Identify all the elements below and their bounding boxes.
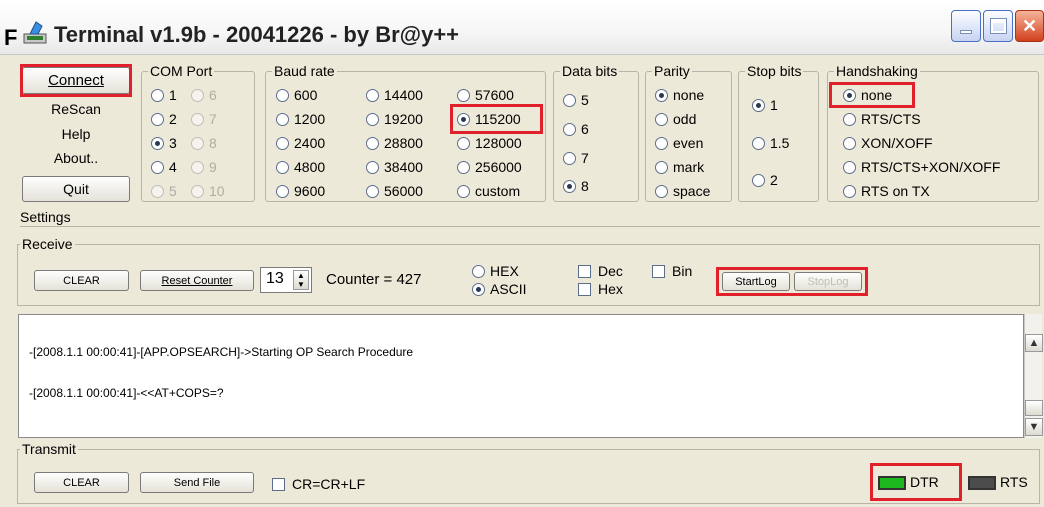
baud-28800-radio[interactable]: 28800 — [366, 135, 423, 151]
log-scrollbar[interactable]: ▲ ▼ — [1024, 314, 1043, 438]
rts-led-icon — [968, 476, 996, 491]
hex-radio[interactable]: HEX — [472, 263, 519, 279]
handshake-none-radio[interactable]: none — [843, 87, 892, 103]
terminal-window: F Terminal v1.9b - 20041226 - by Br@y++ … — [0, 0, 1044, 507]
com-1-radio[interactable]: 1 — [151, 87, 177, 103]
about-button[interactable]: About.. — [22, 147, 130, 169]
minimize-icon — [960, 30, 972, 34]
com-7-radio[interactable]: 7 — [191, 111, 217, 127]
counter-spinner[interactable]: 13 ▲ ▼ — [260, 267, 312, 293]
handshaking-label: Handshaking — [834, 62, 920, 80]
com-10-radio[interactable]: 10 — [191, 183, 225, 199]
baud-2400-radio[interactable]: 2400 — [276, 135, 325, 151]
settings-divider — [20, 226, 1040, 227]
parity-even-radio[interactable]: even — [655, 135, 703, 151]
counter-spinner-value: 13 — [266, 270, 284, 287]
data-bits-6-radio[interactable]: 6 — [563, 121, 589, 137]
receive-label: Receive — [20, 235, 75, 253]
dtr-indicator[interactable]: DTR — [878, 474, 939, 491]
hex-checkbox[interactable]: Hex — [578, 281, 623, 297]
handshake-xon-xoff-radio[interactable]: XON/XOFF — [843, 135, 933, 151]
data-bits-7-radio[interactable]: 7 — [563, 150, 589, 166]
handshake-rts-on-tx-radio[interactable]: RTS on TX — [843, 183, 930, 199]
stop-bits-1-radio[interactable]: 1 — [752, 97, 778, 113]
com-6-radio[interactable]: 6 — [191, 87, 217, 103]
maximize-button[interactable] — [983, 10, 1013, 42]
parity-odd-radio[interactable]: odd — [655, 111, 696, 127]
window-title: Terminal v1.9b - 20041226 - by Br@y++ — [54, 22, 460, 47]
app-icon — [23, 21, 47, 44]
baud-custom-radio[interactable]: custom — [457, 183, 520, 199]
parity-label: Parity — [652, 62, 692, 80]
handshake-rts-cts-radio[interactable]: RTS/CTS — [843, 111, 921, 127]
baud-38400-radio[interactable]: 38400 — [366, 159, 423, 175]
com-2-radio[interactable]: 2 — [151, 111, 177, 127]
com-3-radio[interactable]: 3 — [151, 135, 177, 151]
com-5-radio[interactable]: 5 — [151, 183, 177, 199]
baud-rate-label: Baud rate — [272, 62, 337, 80]
transmit-clear-button[interactable]: CLEAR — [34, 472, 129, 493]
stoplog-button[interactable]: StopLog — [794, 272, 862, 291]
help-button[interactable]: Help — [22, 123, 130, 145]
baud-56000-radio[interactable]: 56000 — [366, 183, 423, 199]
settings-label: Settings — [20, 209, 71, 225]
baud-14400-radio[interactable]: 14400 — [366, 87, 423, 103]
parity-mark-radio[interactable]: mark — [655, 159, 704, 175]
baud-1200-radio[interactable]: 1200 — [276, 111, 325, 127]
data-bits-8-radio[interactable]: 8 — [563, 178, 589, 194]
minimize-button[interactable] — [951, 10, 981, 42]
ascii-radio[interactable]: ASCII — [472, 281, 527, 297]
stop-bits-2-radio[interactable]: 2 — [752, 172, 778, 188]
baud-128000-radio[interactable]: 128000 — [457, 135, 522, 151]
com-port-label: COM Port — [148, 62, 215, 80]
quit-button[interactable]: Quit — [22, 176, 130, 202]
baud-256000-radio[interactable]: 256000 — [457, 159, 522, 175]
close-button[interactable]: ✕ — [1015, 10, 1044, 42]
close-icon: ✕ — [1021, 15, 1038, 36]
connect-button[interactable]: Connect — [22, 67, 130, 94]
handshake-rts-cts-xon-xoff-radio[interactable]: RTS/CTS+XON/XOFF — [843, 159, 1000, 175]
rts-indicator[interactable]: RTS — [968, 474, 1028, 491]
baud-115200-radio[interactable]: 115200 — [457, 111, 521, 127]
rts-label: RTS — [1000, 474, 1028, 490]
send-file-button[interactable]: Send File — [140, 472, 254, 493]
maximize-icon — [990, 18, 1007, 34]
baud-600-radio[interactable]: 600 — [276, 87, 317, 103]
stop-bits-label: Stop bits — [745, 62, 804, 80]
receive-clear-button[interactable]: CLEAR — [34, 270, 129, 291]
dec-checkbox[interactable]: Dec — [578, 263, 623, 279]
baud-57600-radio[interactable]: 57600 — [457, 87, 514, 103]
spinner-arrows-icon[interactable]: ▲ ▼ — [293, 270, 309, 290]
startlog-button[interactable]: StartLog — [722, 272, 790, 291]
scroll-thumb[interactable] — [1025, 400, 1043, 416]
parity-space-radio[interactable]: space — [655, 183, 710, 199]
receive-log-area[interactable]: -[2008.1.1 00:00:41]-[APP.OPSEARCH]->Sta… — [18, 314, 1024, 438]
stop-bits-1-5-radio[interactable]: 1.5 — [752, 135, 789, 151]
dtr-led-icon — [878, 476, 906, 491]
baud-19200-radio[interactable]: 19200 — [366, 111, 423, 127]
title-bar: F Terminal v1.9b - 20041226 - by Br@y++ … — [0, 0, 1044, 55]
reset-counter-button[interactable]: Reset Counter — [140, 270, 254, 291]
parity-none-radio[interactable]: none — [655, 87, 704, 103]
cr-crlf-checkbox[interactable]: CR=CR+LF — [272, 476, 365, 492]
data-bits-label: Data bits — [560, 62, 620, 80]
com-4-radio[interactable]: 4 — [151, 159, 177, 175]
scroll-up-icon[interactable]: ▲ — [1025, 334, 1043, 352]
data-bits-5-radio[interactable]: 5 — [563, 92, 589, 108]
bin-checkbox[interactable]: Bin — [652, 263, 692, 279]
baud-9600-radio[interactable]: 9600 — [276, 183, 325, 199]
baud-4800-radio[interactable]: 4800 — [276, 159, 325, 175]
rescan-button[interactable]: ReScan — [22, 98, 130, 120]
com-8-radio[interactable]: 8 — [191, 135, 217, 151]
title-prefix: F — [4, 25, 18, 50]
counter-text: Counter = 427 — [326, 271, 422, 288]
com-9-radio[interactable]: 9 — [191, 159, 217, 175]
log-line: -[2008.1.1 00:00:41]-<<AT+COPS=? — [29, 386, 224, 400]
transmit-label: Transmit — [20, 440, 78, 458]
dtr-label: DTR — [910, 474, 939, 490]
log-line: -[2008.1.1 00:00:41]-[APP.OPSEARCH]->Sta… — [29, 345, 414, 359]
scroll-down-icon[interactable]: ▼ — [1025, 418, 1043, 436]
